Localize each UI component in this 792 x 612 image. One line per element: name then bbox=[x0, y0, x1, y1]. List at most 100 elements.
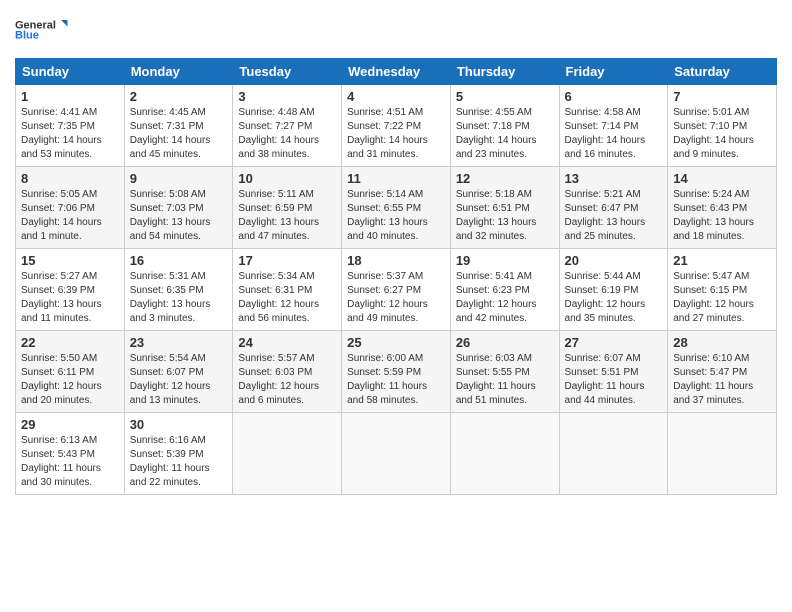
day-number: 1 bbox=[21, 89, 119, 104]
day-number: 24 bbox=[238, 335, 336, 350]
day-info: Sunrise: 4:45 AMSunset: 7:31 PMDaylight:… bbox=[130, 106, 228, 162]
col-monday: Monday bbox=[124, 59, 233, 85]
day-info: Sunrise: 5:14 AMSunset: 6:55 PMDaylight:… bbox=[347, 188, 445, 244]
day-number: 8 bbox=[21, 171, 119, 186]
day-cell: 20 Sunrise: 5:44 AMSunset: 6:19 PMDayligh… bbox=[559, 249, 668, 331]
day-cell bbox=[342, 413, 451, 495]
day-number: 10 bbox=[238, 171, 336, 186]
day-info: Sunrise: 4:41 AMSunset: 7:35 PMDaylight:… bbox=[21, 106, 119, 162]
day-cell: 4 Sunrise: 4:51 AMSunset: 7:22 PMDaylight… bbox=[342, 85, 451, 167]
day-info: Sunrise: 5:50 AMSunset: 6:11 PMDaylight:… bbox=[21, 352, 119, 408]
day-cell bbox=[559, 413, 668, 495]
day-number: 4 bbox=[347, 89, 445, 104]
day-info: Sunrise: 5:01 AMSunset: 7:10 PMDaylight:… bbox=[673, 106, 771, 162]
day-info: Sunrise: 6:07 AMSunset: 5:51 PMDaylight:… bbox=[565, 352, 663, 408]
day-number: 3 bbox=[238, 89, 336, 104]
day-cell: 9 Sunrise: 5:08 AMSunset: 7:03 PMDaylight… bbox=[124, 167, 233, 249]
day-number: 28 bbox=[673, 335, 771, 350]
week-row-3: 15 Sunrise: 5:27 AMSunset: 6:39 PMDayligh… bbox=[16, 249, 777, 331]
day-info: Sunrise: 5:34 AMSunset: 6:31 PMDaylight:… bbox=[238, 270, 336, 326]
day-info: Sunrise: 5:44 AMSunset: 6:19 PMDaylight:… bbox=[565, 270, 663, 326]
day-cell: 25Sunrise: 6:00 AMSunset: 5:59 PMDayligh… bbox=[342, 331, 451, 413]
day-number: 7 bbox=[673, 89, 771, 104]
day-info: Sunrise: 6:00 AMSunset: 5:59 PMDaylight:… bbox=[347, 352, 445, 408]
day-info: Sunrise: 5:18 AMSunset: 6:51 PMDaylight:… bbox=[456, 188, 554, 244]
day-info: Sunrise: 5:54 AMSunset: 6:07 PMDaylight:… bbox=[130, 352, 228, 408]
day-cell bbox=[233, 413, 342, 495]
page: General Blue Sunday Monday Tuesday Wedne… bbox=[0, 0, 792, 612]
day-number: 27 bbox=[565, 335, 663, 350]
day-info: Sunrise: 5:47 AMSunset: 6:15 PMDaylight:… bbox=[673, 270, 771, 326]
day-cell: 1 Sunrise: 4:41 AMSunset: 7:35 PMDaylight… bbox=[16, 85, 125, 167]
day-cell: 13 Sunrise: 5:21 AMSunset: 6:47 PMDayligh… bbox=[559, 167, 668, 249]
day-info: Sunrise: 4:58 AMSunset: 7:14 PMDaylight:… bbox=[565, 106, 663, 162]
day-cell: 8 Sunrise: 5:05 AMSunset: 7:06 PMDaylight… bbox=[16, 167, 125, 249]
week-row-5: 29 Sunrise: 6:13 AMSunset: 5:43 PMDayligh… bbox=[16, 413, 777, 495]
day-cell: 2 Sunrise: 4:45 AMSunset: 7:31 PMDaylight… bbox=[124, 85, 233, 167]
day-number: 9 bbox=[130, 171, 228, 186]
day-cell: 14 Sunrise: 5:24 AMSunset: 6:43 PMDayligh… bbox=[668, 167, 777, 249]
day-info: Sunrise: 6:13 AMSunset: 5:43 PMDaylight:… bbox=[21, 434, 119, 490]
day-number: 12 bbox=[456, 171, 554, 186]
col-friday: Friday bbox=[559, 59, 668, 85]
day-cell: 28Sunrise: 6:10 AMSunset: 5:47 PMDayligh… bbox=[668, 331, 777, 413]
day-cell: 10Sunrise: 5:11 AMSunset: 6:59 PMDayligh… bbox=[233, 167, 342, 249]
day-number: 6 bbox=[565, 89, 663, 104]
svg-text:Blue: Blue bbox=[15, 30, 39, 42]
day-number: 14 bbox=[673, 171, 771, 186]
day-info: Sunrise: 5:05 AMSunset: 7:06 PMDaylight:… bbox=[21, 188, 119, 244]
day-number: 18 bbox=[347, 253, 445, 268]
day-number: 16 bbox=[130, 253, 228, 268]
day-number: 11 bbox=[347, 171, 445, 186]
day-number: 22 bbox=[21, 335, 119, 350]
day-info: Sunrise: 4:55 AMSunset: 7:18 PMDaylight:… bbox=[456, 106, 554, 162]
day-cell bbox=[450, 413, 559, 495]
logo: General Blue bbox=[15, 10, 70, 50]
day-cell: 6 Sunrise: 4:58 AMSunset: 7:14 PMDaylight… bbox=[559, 85, 668, 167]
day-cell: 17Sunrise: 5:34 AMSunset: 6:31 PMDayligh… bbox=[233, 249, 342, 331]
day-number: 30 bbox=[130, 417, 228, 432]
day-cell: 3 Sunrise: 4:48 AMSunset: 7:27 PMDaylight… bbox=[233, 85, 342, 167]
day-cell: 7 Sunrise: 5:01 AMSunset: 7:10 PMDaylight… bbox=[668, 85, 777, 167]
day-cell: 21 Sunrise: 5:47 AMSunset: 6:15 PMDayligh… bbox=[668, 249, 777, 331]
day-cell: 23 Sunrise: 5:54 AMSunset: 6:07 PMDayligh… bbox=[124, 331, 233, 413]
day-info: Sunrise: 5:27 AMSunset: 6:39 PMDaylight:… bbox=[21, 270, 119, 326]
day-info: Sunrise: 5:21 AMSunset: 6:47 PMDaylight:… bbox=[565, 188, 663, 244]
day-number: 29 bbox=[21, 417, 119, 432]
day-number: 2 bbox=[130, 89, 228, 104]
day-number: 26 bbox=[456, 335, 554, 350]
day-cell bbox=[668, 413, 777, 495]
day-cell: 12 Sunrise: 5:18 AMSunset: 6:51 PMDayligh… bbox=[450, 167, 559, 249]
calendar-table: Sunday Monday Tuesday Wednesday Thursday… bbox=[15, 58, 777, 495]
header: General Blue bbox=[15, 10, 777, 50]
day-number: 20 bbox=[565, 253, 663, 268]
week-row-1: 1 Sunrise: 4:41 AMSunset: 7:35 PMDaylight… bbox=[16, 85, 777, 167]
day-number: 19 bbox=[456, 253, 554, 268]
week-row-2: 8 Sunrise: 5:05 AMSunset: 7:06 PMDaylight… bbox=[16, 167, 777, 249]
day-info: Sunrise: 5:57 AMSunset: 6:03 PMDaylight:… bbox=[238, 352, 336, 408]
day-number: 13 bbox=[565, 171, 663, 186]
col-wednesday: Wednesday bbox=[342, 59, 451, 85]
day-cell: 16Sunrise: 5:31 AMSunset: 6:35 PMDayligh… bbox=[124, 249, 233, 331]
day-info: Sunrise: 5:41 AMSunset: 6:23 PMDaylight:… bbox=[456, 270, 554, 326]
day-info: Sunrise: 4:48 AMSunset: 7:27 PMDaylight:… bbox=[238, 106, 336, 162]
day-info: Sunrise: 6:16 AMSunset: 5:39 PMDaylight:… bbox=[130, 434, 228, 490]
col-sunday: Sunday bbox=[16, 59, 125, 85]
day-number: 21 bbox=[673, 253, 771, 268]
day-number: 15 bbox=[21, 253, 119, 268]
day-cell: 27 Sunrise: 6:07 AMSunset: 5:51 PMDayligh… bbox=[559, 331, 668, 413]
day-info: Sunrise: 5:08 AMSunset: 7:03 PMDaylight:… bbox=[130, 188, 228, 244]
header-row: Sunday Monday Tuesday Wednesday Thursday… bbox=[16, 59, 777, 85]
day-cell: 19 Sunrise: 5:41 AMSunset: 6:23 PMDayligh… bbox=[450, 249, 559, 331]
day-cell: 22 Sunrise: 5:50 AMSunset: 6:11 PMDayligh… bbox=[16, 331, 125, 413]
day-info: Sunrise: 4:51 AMSunset: 7:22 PMDaylight:… bbox=[347, 106, 445, 162]
day-number: 5 bbox=[456, 89, 554, 104]
day-cell: 26Sunrise: 6:03 AMSunset: 5:55 PMDayligh… bbox=[450, 331, 559, 413]
col-thursday: Thursday bbox=[450, 59, 559, 85]
day-cell: 30 Sunrise: 6:16 AMSunset: 5:39 PMDayligh… bbox=[124, 413, 233, 495]
day-cell: 29 Sunrise: 6:13 AMSunset: 5:43 PMDayligh… bbox=[16, 413, 125, 495]
col-saturday: Saturday bbox=[668, 59, 777, 85]
day-info: Sunrise: 5:24 AMSunset: 6:43 PMDaylight:… bbox=[673, 188, 771, 244]
day-cell: 5 Sunrise: 4:55 AMSunset: 7:18 PMDaylight… bbox=[450, 85, 559, 167]
day-number: 23 bbox=[130, 335, 228, 350]
